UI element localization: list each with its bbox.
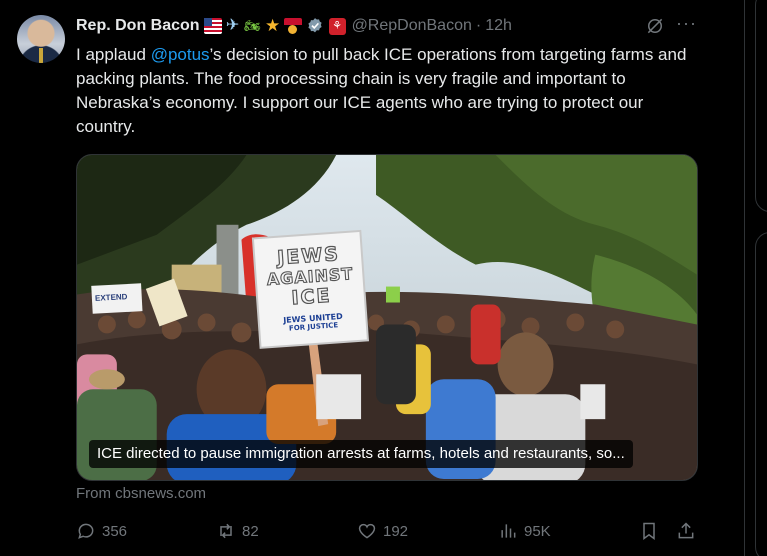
timestamp[interactable]: 12h — [485, 17, 512, 35]
like-button[interactable]: 192 — [357, 518, 408, 544]
verified-badge-icon[interactable] — [306, 17, 324, 35]
name-emojis: ✈ 🏍 ★ — [203, 16, 302, 35]
tweet[interactable]: Rep. Don Bacon ✈ 🏍 ★ ⚘ @RepDonBacon · 12… — [0, 0, 745, 556]
views-icon — [501, 524, 516, 538]
author-handle[interactable]: @RepDonBacon — [352, 17, 472, 35]
bookmark-button[interactable] — [639, 518, 659, 544]
side-panel-card — [755, 232, 767, 556]
repost-icon — [220, 523, 232, 539]
repost-count: 82 — [242, 522, 259, 540]
right-column-edge — [752, 0, 767, 556]
star-icon: ★ — [264, 16, 281, 35]
tweet-header: Rep. Don Bacon ✈ 🏍 ★ ⚘ @RepDonBacon · 12… — [76, 15, 512, 37]
bookmark-icon — [643, 522, 655, 540]
mention-link[interactable]: @potus — [151, 45, 210, 64]
tweet-text-part: I applaud — [76, 45, 151, 64]
affiliation-badge-icon[interactable]: ⚘ — [328, 17, 346, 35]
card-caption[interactable]: ICE directed to pause immigration arrest… — [89, 440, 633, 468]
reply-icon — [78, 523, 94, 539]
card-source[interactable]: From cbsnews.com — [76, 485, 206, 502]
view-count: 95K — [524, 522, 551, 540]
more-options-icon[interactable]: ··· — [676, 13, 698, 35]
reply-button[interactable]: 356 — [76, 518, 127, 544]
views-button[interactable]: 95K — [498, 518, 551, 544]
protest-sign: JEWS AGAINST ICE JEWS UNITED FOR JUSTICE — [255, 232, 366, 349]
grok-icon[interactable] — [645, 16, 665, 36]
author-name[interactable]: Rep. Don Bacon — [76, 17, 200, 35]
us-flag-icon — [203, 18, 222, 34]
background-sign: EXTEND — [94, 292, 128, 303]
heart-icon — [358, 523, 376, 539]
action-bar: 356 82 192 95K — [76, 518, 698, 544]
medal-icon — [283, 18, 302, 34]
author-avatar[interactable] — [17, 15, 65, 63]
airplane-icon: ✈ — [225, 17, 240, 34]
like-count: 192 — [383, 522, 409, 540]
tweet-text: I applaud @potus’s decision to pull back… — [76, 43, 696, 139]
link-card[interactable]: JEWS AGAINST ICE JEWS UNITED FOR JUSTICE… — [76, 154, 698, 481]
separator-dot: · — [475, 17, 482, 34]
share-button[interactable] — [676, 518, 696, 544]
card-photo — [77, 155, 697, 480]
side-panel-card — [755, 0, 767, 212]
repost-button[interactable]: 82 — [216, 518, 259, 544]
motorcycle-icon: 🏍 — [244, 18, 261, 33]
share-icon — [678, 522, 694, 539]
reply-count: 356 — [102, 522, 128, 540]
